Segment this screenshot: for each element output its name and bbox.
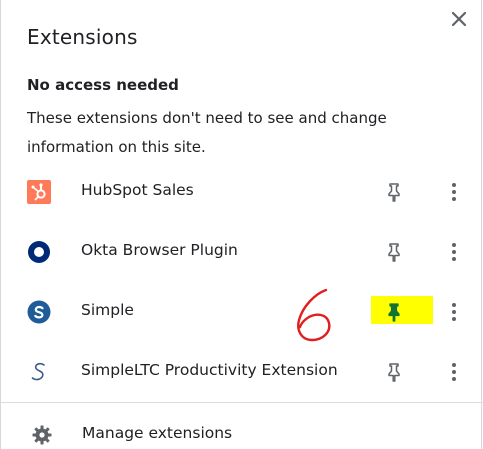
close-icon <box>451 11 467 27</box>
extension-row-simpleltc[interactable]: SimpleLTC Productivity Extension <box>1 342 483 402</box>
pin-icon <box>388 363 400 382</box>
pin-button[interactable] <box>383 241 405 263</box>
pin-button[interactable] <box>383 361 405 383</box>
extensions-popup: Extensions No access needed These extens… <box>0 0 483 449</box>
more-vert-icon <box>452 363 456 381</box>
extension-name: Simple <box>81 301 134 319</box>
divider <box>1 402 483 403</box>
simple-icon <box>27 300 51 324</box>
extension-row-simple[interactable]: Simple <box>1 282 483 342</box>
close-button[interactable] <box>448 8 470 30</box>
more-vert-icon <box>452 243 456 261</box>
extension-name: Okta Browser Plugin <box>81 241 238 259</box>
no-access-heading: No access needed <box>27 76 179 94</box>
extension-row-okta-browser-plugin[interactable]: Okta Browser Plugin <box>1 222 483 282</box>
gear-icon <box>32 425 52 445</box>
pin-button[interactable] <box>383 181 405 203</box>
handwritten-annotation <box>297 288 331 342</box>
more-vert-icon <box>452 183 456 201</box>
simpleltc-icon <box>31 362 45 381</box>
more-options-button[interactable] <box>446 180 462 204</box>
manage-extensions-label: Manage extensions <box>82 424 233 442</box>
extension-row-hubspot-sales[interactable]: HubSpot Sales <box>1 162 483 222</box>
more-options-button[interactable] <box>446 240 462 264</box>
more-options-button[interactable] <box>446 300 462 324</box>
hubspot-icon <box>27 180 51 204</box>
popup-title: Extensions <box>27 25 138 49</box>
no-access-description: These extensions don't need to see and c… <box>27 109 387 156</box>
more-options-button[interactable] <box>446 360 462 384</box>
manage-extensions-button[interactable]: Manage extensions <box>1 412 483 449</box>
pin-filled-icon <box>388 303 400 322</box>
unpin-button[interactable] <box>383 301 405 323</box>
extension-name: HubSpot Sales <box>81 181 194 199</box>
extension-name: SimpleLTC Productivity Extension <box>81 361 338 379</box>
pin-icon <box>388 243 400 262</box>
okta-icon <box>28 241 50 263</box>
pin-icon <box>388 183 400 202</box>
more-vert-icon <box>452 303 456 321</box>
